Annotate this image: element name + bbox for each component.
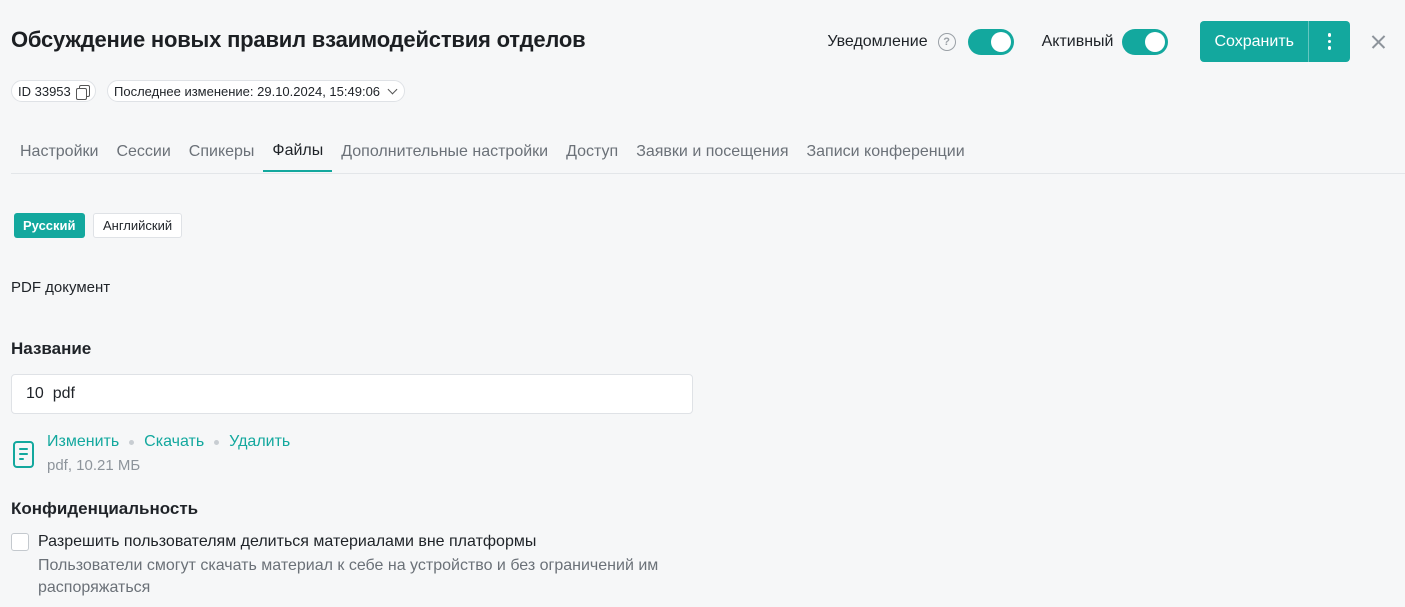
help-icon[interactable]: ? <box>937 32 956 51</box>
privacy-heading: Конфиденциальность <box>11 499 199 518</box>
name-heading: Название <box>11 339 92 358</box>
chevron-down-icon <box>387 84 398 94</box>
last-modified-label: Последнее изменение: 29.10.2024, 15:49:0… <box>114 83 381 99</box>
tab-files[interactable]: Файлы <box>263 132 333 172</box>
share-materials-label[interactable]: Разрешить пользователям делиться материа… <box>38 533 536 551</box>
tab-additional-settings[interactable]: Дополнительные настройки <box>332 132 557 172</box>
tab-conference-recordings[interactable]: Записи конференции <box>797 132 973 172</box>
name-input[interactable] <box>11 374 693 414</box>
document-icon <box>13 441 34 468</box>
lang-russian-button[interactable]: Русский <box>14 213 85 238</box>
tab-sessions[interactable]: Сессии <box>107 132 179 172</box>
tab-bar: Настройки Сессии Спикеры Файлы Дополните… <box>11 132 974 173</box>
delete-file-link[interactable]: Удалить <box>229 433 290 451</box>
tab-requests-visits[interactable]: Заявки и посещения <box>627 132 797 172</box>
page-title: Обсуждение новых правил взаимодействия о… <box>11 27 586 52</box>
more-vertical-icon[interactable] <box>1309 21 1350 62</box>
document-type-label: PDF документ <box>11 279 111 296</box>
last-modified-dropdown[interactable]: Последнее изменение: 29.10.2024, 15:49:0… <box>107 80 406 102</box>
share-materials-description: Пользователи смогут скачать материал к с… <box>38 557 659 596</box>
download-file-link[interactable]: Скачать <box>144 433 204 451</box>
change-file-link[interactable]: Изменить <box>47 433 119 451</box>
id-label: ID 33953 <box>18 83 71 99</box>
separator-dot <box>214 439 220 445</box>
save-button-group: Сохранить <box>1200 21 1350 62</box>
close-icon[interactable] <box>1358 21 1399 62</box>
tab-divider <box>11 173 1405 174</box>
file-actions: Изменить Скачать Удалить <box>47 433 290 451</box>
save-button[interactable]: Сохранить <box>1200 21 1309 62</box>
file-meta: pdf, 10.21 МБ <box>47 457 141 474</box>
header-actions: Уведомление ? Активный Сохранить <box>827 21 1405 62</box>
lang-english-button[interactable]: Английский <box>93 213 183 238</box>
separator-dot <box>129 439 135 445</box>
notification-toggle[interactable] <box>967 28 1014 55</box>
id-chip: ID 33953 <box>11 80 96 102</box>
tab-access[interactable]: Доступ <box>557 132 627 172</box>
active-label: Активный <box>1041 32 1114 50</box>
notification-label: Уведомление <box>827 32 928 50</box>
tab-settings[interactable]: Настройки <box>11 132 107 172</box>
share-materials-checkbox[interactable] <box>11 533 29 551</box>
tab-speakers[interactable]: Спикеры <box>180 132 264 172</box>
copy-icon[interactable] <box>75 84 90 100</box>
active-toggle[interactable] <box>1122 28 1169 55</box>
